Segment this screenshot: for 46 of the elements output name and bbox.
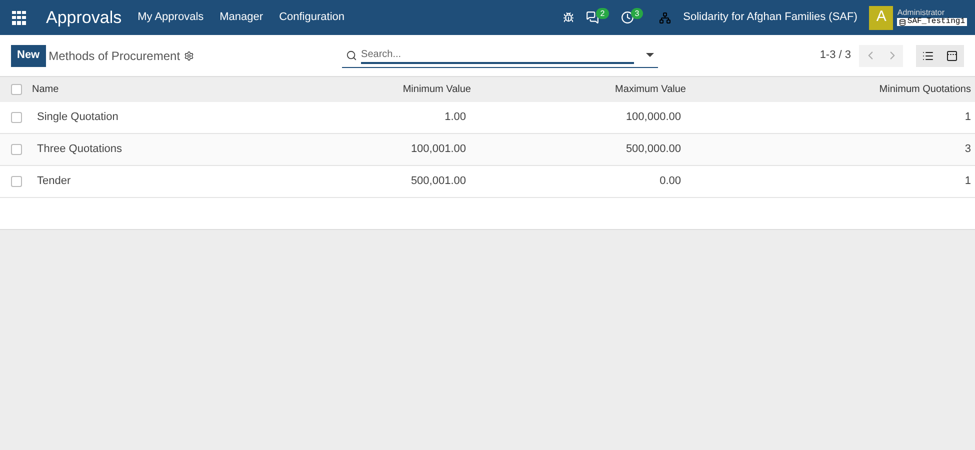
menu-item[interactable]: Configuration [279, 9, 344, 26]
app-name[interactable]: Approvals [46, 4, 122, 30]
settings-icon[interactable] [184, 50, 194, 60]
list-view-button[interactable] [916, 44, 940, 66]
table-cell-text: 1 [964, 110, 971, 126]
search-field[interactable]: Search... [342, 44, 658, 68]
table-cell-text: 0.00 [658, 174, 682, 190]
new-button[interactable]: New [11, 44, 46, 66]
database-badge: SAF_Testing1 [897, 18, 967, 26]
checkbox[interactable] [11, 112, 22, 123]
pager-value: 1-3 / 3 [820, 48, 851, 64]
kanban-view-button[interactable] [940, 44, 964, 66]
table-cell-text: 1.00 [444, 110, 467, 126]
column-header[interactable]: Minimum Quotations [686, 82, 971, 97]
column-header[interactable]: Name [32, 82, 271, 97]
kanban-icon [946, 50, 958, 62]
table-cell-text: 100,000.00 [624, 110, 682, 126]
menu-item[interactable]: Manager [220, 9, 264, 26]
app-grid-icon[interactable] [12, 10, 26, 24]
chat-icon[interactable] [586, 11, 600, 24]
bug-icon[interactable] [563, 12, 574, 23]
checkbox[interactable] [11, 176, 22, 187]
search-icon [346, 50, 358, 60]
table-cell-text: Three Quotations [37, 142, 123, 158]
table-row[interactable]: Tender 500,001.00 0.00 1 [0, 166, 975, 198]
table-row[interactable]: Single Quotation 1.00 100,000.00 1 [0, 102, 975, 134]
company-name[interactable]: Solidarity for Afghan Families (SAF) [683, 9, 858, 26]
user-name: Administrator [897, 9, 946, 17]
table-cell-text: 100,001.00 [410, 142, 467, 158]
table-cell-text: Single Quotation [37, 110, 120, 126]
page-title: Methods of Procurement [48, 48, 180, 64]
count-badge: 2 [596, 8, 609, 19]
column-header[interactable]: Minimum Value [271, 82, 471, 97]
table-cell-text: 1 [964, 174, 971, 190]
clock-icon[interactable] [620, 11, 634, 24]
count-badge: 3 [630, 8, 644, 19]
table-cell-text: 500,001.00 [410, 174, 467, 190]
table-cell-text: 3 [964, 142, 971, 158]
table-cell-text: 500,000.00 [624, 142, 682, 158]
table-row[interactable]: Three Quotations 100,001.00 500,000.00 3 [0, 134, 975, 166]
column-header[interactable]: Maximum Value [471, 82, 686, 97]
checkbox[interactable] [11, 84, 22, 95]
checkbox[interactable] [11, 144, 22, 155]
dropdown-caret-icon[interactable] [646, 53, 654, 57]
table-cell-text: Tender [37, 174, 72, 190]
menu-item[interactable]: My Approvals [138, 9, 204, 26]
